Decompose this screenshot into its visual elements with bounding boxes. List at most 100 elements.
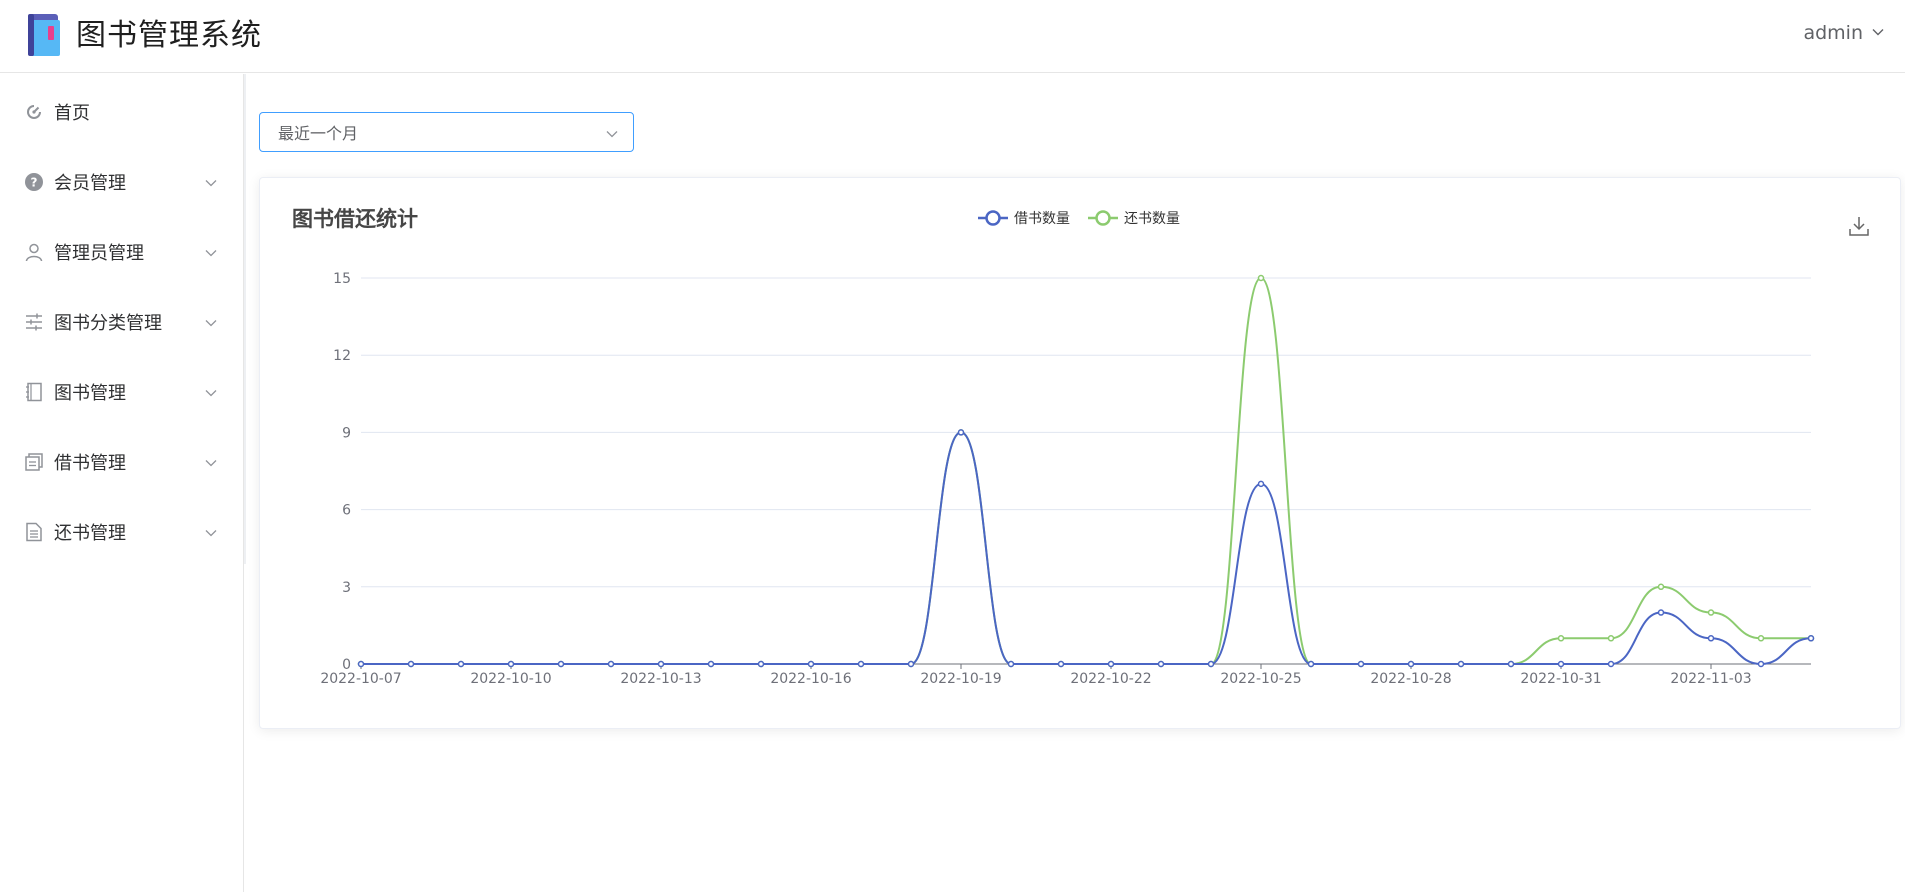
data-point-borrow <box>557 660 565 668</box>
app-title: 图书管理系统 <box>76 18 262 53</box>
data-point-borrow <box>1107 660 1115 668</box>
chart-grid <box>361 277 1811 588</box>
app-header: 图书管理系统 admin <box>0 0 1905 73</box>
date-range-select[interactable]: 最近一个月 <box>259 112 634 152</box>
sidebar-item-return[interactable]: 还书管理 <box>0 502 244 562</box>
y-tick-label: 6 <box>342 503 351 519</box>
data-point-return <box>1757 635 1765 642</box>
data-point-borrow <box>1057 660 1065 668</box>
sidebar-scrollbar[interactable] <box>244 74 246 564</box>
data-point-borrow <box>857 660 865 668</box>
data-point-borrow <box>1657 609 1665 616</box>
chart-series <box>357 274 1815 668</box>
data-point-borrow <box>1157 660 1165 668</box>
data-point-borrow <box>1457 660 1465 668</box>
x-tick-label: 2022-10-28 <box>1370 671 1451 687</box>
data-point-borrow <box>1607 660 1615 668</box>
book-logo-icon <box>26 12 62 58</box>
data-point-return <box>1657 583 1665 591</box>
y-tick-label: 3 <box>342 580 351 596</box>
x-tick-label: 2022-10-19 <box>920 671 1001 687</box>
x-tick-label: 2022-10-25 <box>1220 671 1301 687</box>
sidebar-item-admins[interactable]: 管理员管理 <box>0 222 244 282</box>
data-point-borrow <box>357 660 365 668</box>
data-point-borrow <box>507 660 515 668</box>
documents-icon <box>24 452 44 472</box>
sidebar-item-members[interactable]: ? 会员管理 <box>0 152 244 212</box>
chevron-down-icon <box>204 384 218 398</box>
data-point-borrow <box>707 660 715 668</box>
data-point-borrow <box>607 660 615 668</box>
sidebar-item-categories[interactable]: 图书分类管理 <box>0 292 244 352</box>
data-point-borrow <box>1207 660 1215 668</box>
x-tick-label: 2022-10-10 <box>470 671 551 687</box>
x-tick-label: 2022-10-31 <box>1520 671 1601 687</box>
sidebar-item-label: 图书管理 <box>54 383 126 404</box>
chevron-down-icon <box>605 126 619 140</box>
data-point-borrow <box>957 429 965 436</box>
data-point-borrow <box>1357 660 1365 668</box>
legend-marker-borrow <box>985 210 1001 226</box>
sidebar-item-borrow[interactable]: 借书管理 <box>0 432 244 492</box>
data-point-borrow <box>907 660 915 668</box>
sidebar-item-books[interactable]: 图书管理 <box>0 362 244 422</box>
y-axis-ticks: 03691215 <box>333 271 351 673</box>
chart-title: 图书借还统计 <box>292 207 418 231</box>
y-tick-label: 9 <box>342 425 351 441</box>
x-tick-label: 2022-10-07 <box>320 671 401 687</box>
data-point-borrow <box>1257 480 1265 488</box>
chart-legend: 借书数量 还书数量 <box>978 210 1180 227</box>
sidebar-item-label: 还书管理 <box>54 523 126 544</box>
data-point-borrow <box>1507 660 1515 668</box>
data-point-borrow <box>457 660 465 668</box>
data-point-return <box>1707 609 1715 616</box>
sidebar-item-label: 首页 <box>54 103 90 124</box>
x-tick-label: 2022-10-13 <box>620 671 701 687</box>
user-name: admin <box>1803 22 1863 44</box>
data-point-borrow <box>1757 660 1765 668</box>
data-point-borrow <box>1307 660 1315 668</box>
sidebar-item-label: 会员管理 <box>54 173 126 194</box>
chevron-down-icon <box>204 314 218 328</box>
data-point-borrow <box>407 660 415 668</box>
sliders-icon <box>24 312 44 332</box>
chevron-down-icon <box>1871 22 1885 44</box>
chevron-down-icon <box>204 174 218 188</box>
data-point-borrow <box>657 660 665 668</box>
document-icon <box>24 522 44 542</box>
data-point-borrow <box>1407 660 1415 668</box>
legend-item-return[interactable]: 还书数量 <box>1088 210 1180 227</box>
data-point-return <box>1607 635 1615 642</box>
chevron-down-icon <box>204 524 218 538</box>
dashboard-icon <box>24 102 44 122</box>
y-tick-label: 15 <box>333 271 351 287</box>
data-point-borrow <box>1707 635 1715 642</box>
sidebar-item-label: 借书管理 <box>54 453 126 474</box>
data-point-borrow <box>1557 660 1565 668</box>
series-line-borrow <box>361 431 1812 666</box>
download-icon[interactable] <box>1847 214 1871 238</box>
user-menu[interactable]: admin <box>1803 22 1885 44</box>
data-point-borrow <box>757 660 765 668</box>
x-tick-label: 2022-10-22 <box>1070 671 1151 687</box>
legend-item-borrow[interactable]: 借书数量 <box>978 210 1070 227</box>
chart-card: 图书借还统计 借书数量 还书数量 0 3 6 9 12 15 2022-10-07 2022… <box>259 177 1901 729</box>
notebook-icon <box>24 382 44 402</box>
data-point-return <box>1257 274 1265 282</box>
sidebar-menu: 首页 ? 会员管理 管理员管理 图书分类管理 图书管理 借书管理 还书管理 <box>0 74 244 892</box>
sidebar-item-home[interactable]: 首页 <box>0 82 244 142</box>
y-tick-label: 12 <box>333 348 351 364</box>
legend-marker-return <box>1095 210 1111 226</box>
legend-label-return: 还书数量 <box>1124 211 1180 227</box>
x-tick-label: 2022-10-16 <box>770 671 851 687</box>
legend-label-borrow: 借书数量 <box>1014 211 1070 227</box>
data-point-borrow <box>807 660 815 668</box>
date-range-value: 最近一个月 <box>278 124 359 143</box>
series-line-return <box>361 276 1811 665</box>
svg-text:?: ? <box>31 176 38 190</box>
data-point-return <box>1557 635 1565 642</box>
question-circle-icon: ? <box>24 172 44 192</box>
user-icon <box>24 242 44 262</box>
chevron-down-icon <box>204 454 218 468</box>
x-axis: 2022-10-07 2022-10-10 2022-10-13 2022-10-16… <box>320 663 1811 687</box>
